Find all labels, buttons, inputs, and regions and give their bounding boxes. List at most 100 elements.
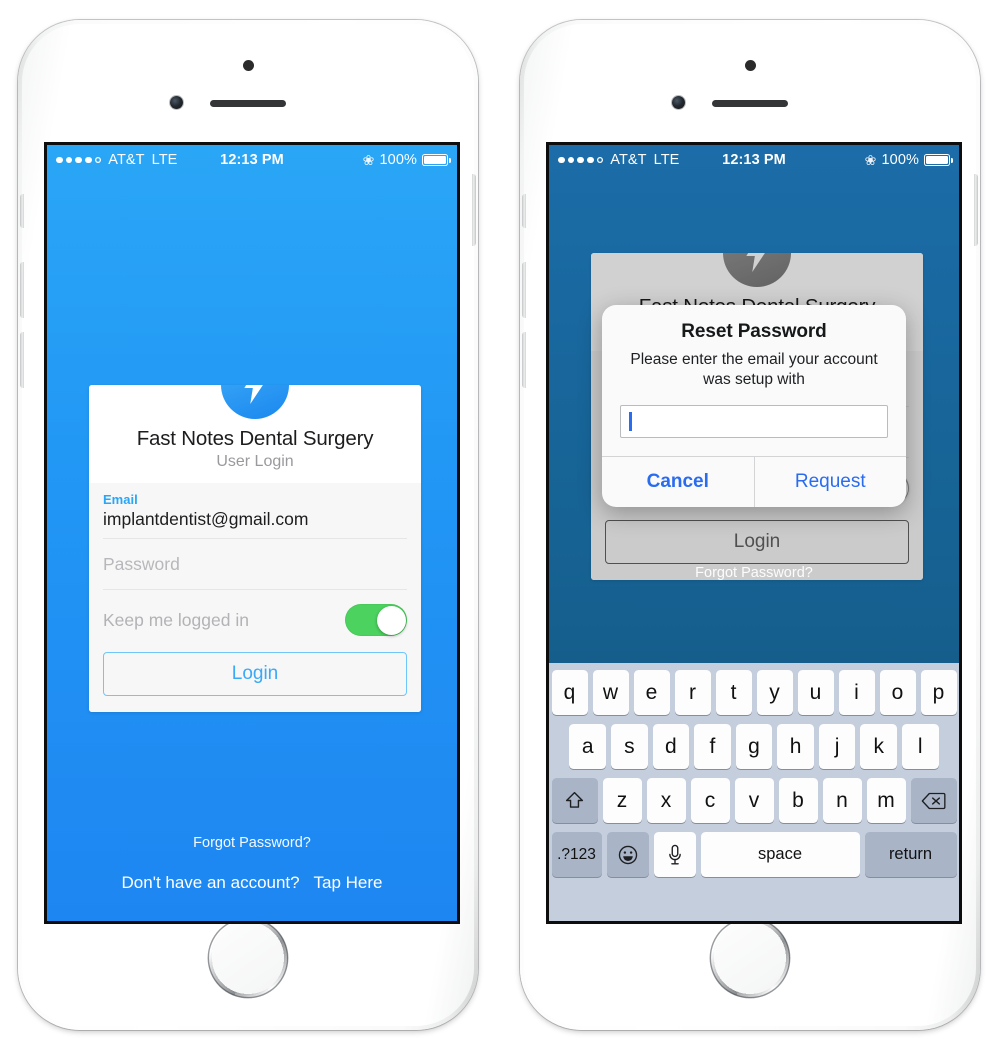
numbers-key[interactable]: .?123 [551,832,602,877]
keep-logged-in-label: Keep me logged in [103,609,249,630]
email-field-value: implantdentist@gmail.com [103,509,309,529]
device-body-left: AT&T LTE 12:13 PM ❀ 100% Fast Notes Dent… [20,24,476,1026]
request-button[interactable]: Request [755,457,907,507]
reset-password-dialog: Reset Password Please enter the email yo… [602,305,906,507]
key-o[interactable]: o [879,670,916,715]
ringer-switch-left[interactable] [20,194,24,228]
signup-row: Don't have an account? Tap Here [47,873,457,893]
key-k[interactable]: k [860,724,897,769]
screen-login: AT&T LTE 12:13 PM ❀ 100% Fast Notes Dent… [44,142,460,924]
key-s[interactable]: s [611,724,648,769]
status-bar-left: AT&T LTE 12:13 PM ❀ 100% [47,145,457,175]
key-x[interactable]: x [646,778,686,823]
signup-link[interactable]: Tap Here [313,873,382,892]
signal-strength-icon [558,156,603,164]
key-i[interactable]: i [838,670,875,715]
earpiece-speaker-left [210,100,286,107]
iphone-device-left: AT&T LTE 12:13 PM ❀ 100% Fast Notes Dent… [18,20,478,1030]
password-field-placeholder: Password [103,554,180,574]
status-bar-right: AT&T LTE 12:13 PM ❀ 100% [549,145,959,175]
key-w[interactable]: w [592,670,629,715]
carrier-label: AT&T [610,152,647,168]
home-button-left[interactable] [211,921,285,995]
app-title: Fast Notes Dental Surgery [136,427,374,450]
dialog-body: Reset Password Please enter the email yo… [602,305,906,456]
power-button-right[interactable] [974,174,978,246]
login-button-dimmed: Login [605,520,909,564]
app-subtitle: User Login [216,453,294,470]
signal-strength-icon [56,156,101,164]
space-key[interactable]: space [700,832,860,877]
dialog-message: Please enter the email your account was … [630,351,878,388]
key-a[interactable]: a [569,724,607,769]
email-field-label: Email [103,492,138,507]
power-button-left[interactable] [472,174,476,246]
microphone-icon[interactable] [653,832,696,877]
screen-reset-password: AT&T LTE 12:13 PM ❀ 100% Login Forgot Pa… [546,142,962,924]
login-fields: Email implantdentist@gmail.com Password … [89,483,421,652]
keyboard-row-1: qwertyuiop [551,670,957,715]
front-camera-right [672,96,685,109]
key-r[interactable]: r [674,670,711,715]
iphone-device-right: AT&T LTE 12:13 PM ❀ 100% Login Forgot Pa… [520,20,980,1030]
login-button-wrap: Login [89,652,421,712]
signup-prompt-label: Don't have an account? [121,873,300,892]
dialog-actions: Cancel Request [602,455,907,507]
login-button[interactable]: Login [103,652,407,696]
login-card: Fast Notes Dental Surgery User Login Ema… [89,385,421,712]
battery-icon [924,154,954,166]
smiley-face-icon[interactable] [606,832,649,877]
cancel-button[interactable]: Cancel [602,456,755,507]
password-field[interactable]: Password [103,539,407,590]
bluetooth-icon: ❀ [864,152,877,168]
battery-percent-label: 100% [881,152,919,168]
volume-up-button-right[interactable] [522,262,526,318]
bluetooth-icon: ❀ [362,152,375,168]
network-type-label: LTE [653,152,680,168]
key-f[interactable]: f [694,724,731,769]
key-t[interactable]: t [715,670,752,715]
key-e[interactable]: e [633,670,670,715]
forgot-password-link[interactable]: Forgot Password? [47,835,457,851]
forgot-password-link-dimmed: Forgot Password? [695,565,813,581]
keyboard-row-3-letters: zxcvbnm [602,778,906,823]
volume-down-button-right[interactable] [522,332,526,388]
device-body-right: AT&T LTE 12:13 PM ❀ 100% Login Forgot Pa… [522,24,978,1026]
home-button-right[interactable] [713,921,787,995]
key-d[interactable]: d [652,724,690,769]
key-n[interactable]: n [822,778,862,823]
proximity-sensor-left [243,60,254,71]
keep-logged-in-row: Keep me logged in [103,590,407,652]
keep-logged-in-toggle[interactable] [345,604,407,636]
volume-down-button-left[interactable] [20,332,24,388]
proximity-sensor-right [745,60,756,71]
onscreen-keyboard: qwertyuiop asdfghjkl zxcvbnm .?123 space… [549,663,959,921]
carrier-label: AT&T [108,152,145,168]
key-u[interactable]: u [797,670,834,715]
ringer-switch-right[interactable] [522,194,526,228]
email-field[interactable]: Email implantdentist@gmail.com [103,483,407,539]
key-q[interactable]: q [551,670,588,715]
dialog-title: Reset Password [681,321,827,342]
key-p[interactable]: p [920,670,957,715]
battery-icon [422,154,452,166]
key-c[interactable]: c [690,778,730,823]
key-h[interactable]: h [777,724,814,769]
volume-up-button-left[interactable] [20,262,24,318]
key-y[interactable]: y [756,670,793,715]
text-cursor [629,411,632,431]
key-g[interactable]: g [735,724,773,769]
key-m[interactable]: m [866,778,906,823]
screenshot-stage: AT&T LTE 12:13 PM ❀ 100% Fast Notes Dent… [0,0,998,1050]
return-key[interactable]: return [864,832,957,877]
key-l[interactable]: l [901,724,939,769]
key-v[interactable]: v [734,778,774,823]
backspace-icon[interactable] [910,778,957,823]
earpiece-speaker-right [712,100,788,107]
key-z[interactable]: z [602,778,642,823]
key-j[interactable]: j [818,724,856,769]
shift-arrow-icon[interactable] [551,778,598,823]
key-b[interactable]: b [778,778,818,823]
keyboard-row-4: .?123 space return [551,832,957,877]
reset-email-input[interactable] [620,404,888,438]
